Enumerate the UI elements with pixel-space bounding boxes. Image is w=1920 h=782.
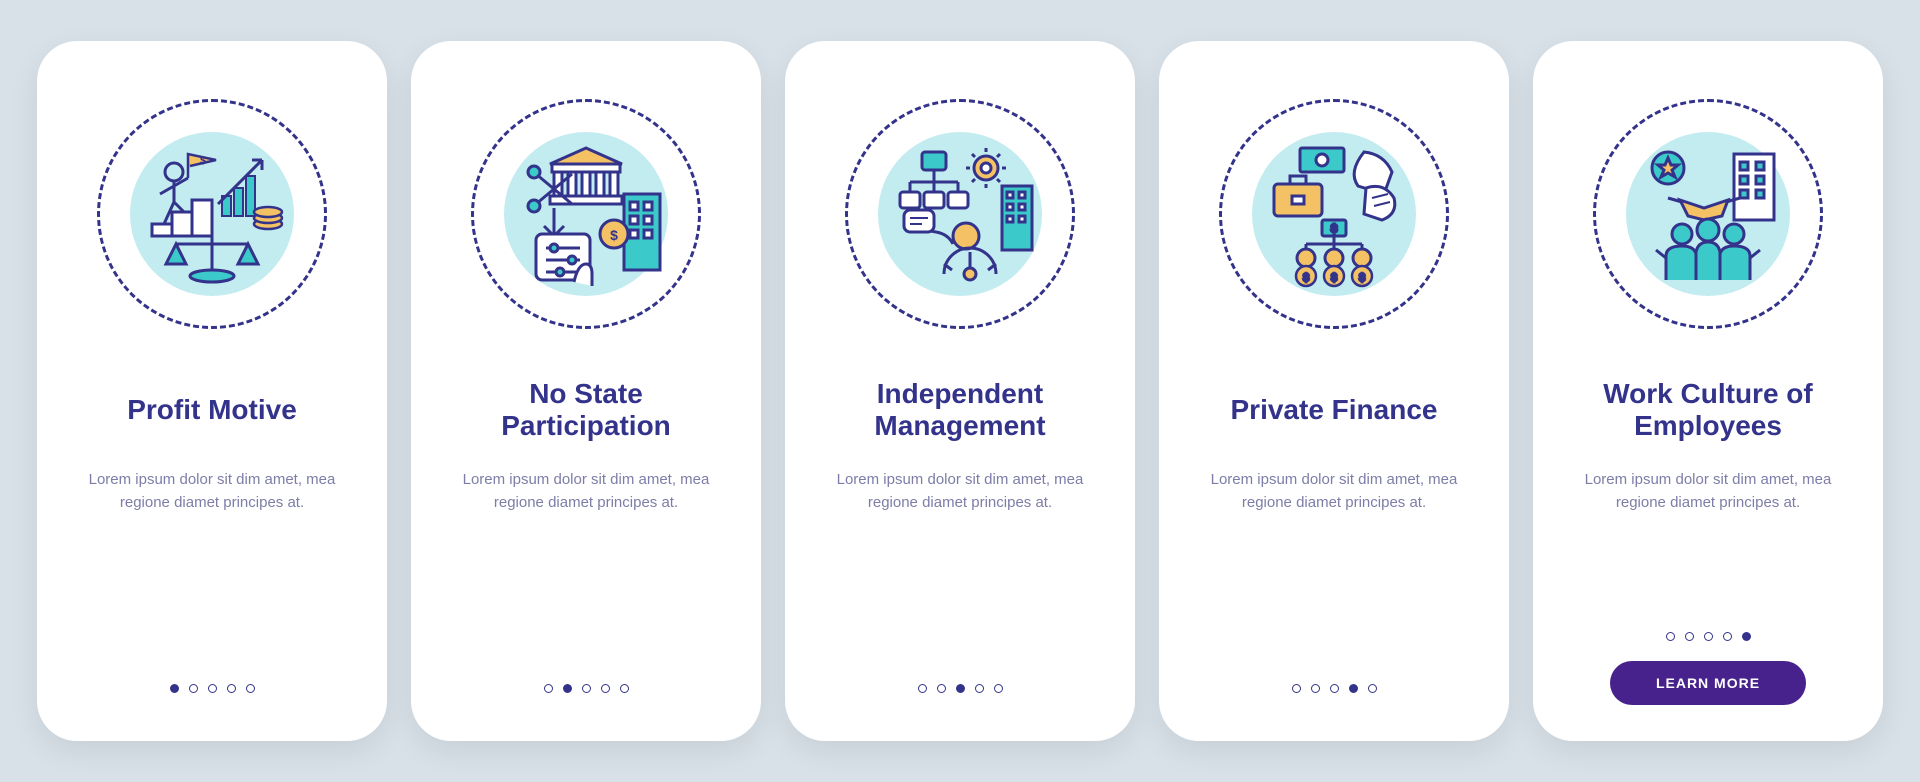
page-dot-3[interactable] [1330, 684, 1339, 693]
svg-text:$: $ [1331, 223, 1337, 235]
card-title: Private Finance [1231, 377, 1438, 443]
pagination-dots [1666, 632, 1751, 641]
page-dot-5[interactable] [994, 684, 1003, 693]
page-dot-1[interactable] [170, 684, 179, 693]
page-dot-5[interactable] [620, 684, 629, 693]
page-dot-5[interactable] [1742, 632, 1751, 641]
page-dot-3[interactable] [1704, 632, 1713, 641]
page-dot-4[interactable] [601, 684, 610, 693]
private-finance-icon: $ $ $ $ [1244, 124, 1424, 304]
pagination-dots [544, 684, 629, 693]
pagination-dots [170, 684, 255, 693]
card-title: Work Culture of Employees [1578, 377, 1838, 443]
illustration-no-state: $ [471, 99, 701, 329]
page-dot-3[interactable] [208, 684, 217, 693]
pagination-dots [1292, 684, 1377, 693]
onboarding-card-3: Independent Management Lorem ipsum dolor… [785, 41, 1135, 741]
card-description: Lorem ipsum dolor sit dim amet, mea regi… [1583, 469, 1833, 514]
card-title: No State Participation [456, 377, 716, 443]
svg-text:$: $ [1359, 272, 1365, 284]
card-description: Lorem ipsum dolor sit dim amet, mea regi… [1209, 469, 1459, 514]
card-description: Lorem ipsum dolor sit dim amet, mea regi… [87, 469, 337, 514]
card-title: Profit Motive [127, 377, 297, 443]
illustration-independent-mgmt [845, 99, 1075, 329]
onboarding-card-5: Work Culture of Employees Lorem ipsum do… [1533, 41, 1883, 741]
work-culture-icon [1618, 124, 1798, 304]
page-dot-4[interactable] [1723, 632, 1732, 641]
illustration-profit-motive: $ [97, 99, 327, 329]
illustration-work-culture [1593, 99, 1823, 329]
page-dot-4[interactable] [227, 684, 236, 693]
independent-management-icon [870, 124, 1050, 304]
page-dot-3[interactable] [582, 684, 591, 693]
pagination-dots [918, 684, 1003, 693]
profit-motive-icon: $ [122, 124, 302, 304]
learn-more-button[interactable]: LEARN MORE [1610, 661, 1806, 705]
svg-text:$: $ [200, 155, 206, 167]
page-dot-5[interactable] [246, 684, 255, 693]
page-dot-1[interactable] [918, 684, 927, 693]
onboarding-card-1: $ Profit M [37, 41, 387, 741]
illustration-private-finance: $ $ $ $ [1219, 99, 1449, 329]
page-dot-1[interactable] [1666, 632, 1675, 641]
svg-text:$: $ [1303, 272, 1309, 284]
page-dot-5[interactable] [1368, 684, 1377, 693]
page-dot-2[interactable] [563, 684, 572, 693]
no-state-icon: $ [496, 124, 676, 304]
page-dot-3[interactable] [956, 684, 965, 693]
card-description: Lorem ipsum dolor sit dim amet, mea regi… [835, 469, 1085, 514]
page-dot-2[interactable] [1685, 632, 1694, 641]
onboarding-card-2: $ No State Participation Lorem ipsum dol… [411, 41, 761, 741]
svg-text:$: $ [1331, 272, 1337, 284]
onboarding-card-4: $ $ $ $ Private Finance Lorem ipsum dolo… [1159, 41, 1509, 741]
page-dot-2[interactable] [1311, 684, 1320, 693]
page-dot-1[interactable] [1292, 684, 1301, 693]
card-description: Lorem ipsum dolor sit dim amet, mea regi… [461, 469, 711, 514]
page-dot-2[interactable] [937, 684, 946, 693]
page-dot-2[interactable] [189, 684, 198, 693]
page-dot-1[interactable] [544, 684, 553, 693]
card-title: Independent Management [830, 377, 1090, 443]
page-dot-4[interactable] [1349, 684, 1358, 693]
page-dot-4[interactable] [975, 684, 984, 693]
svg-text:$: $ [610, 227, 618, 243]
